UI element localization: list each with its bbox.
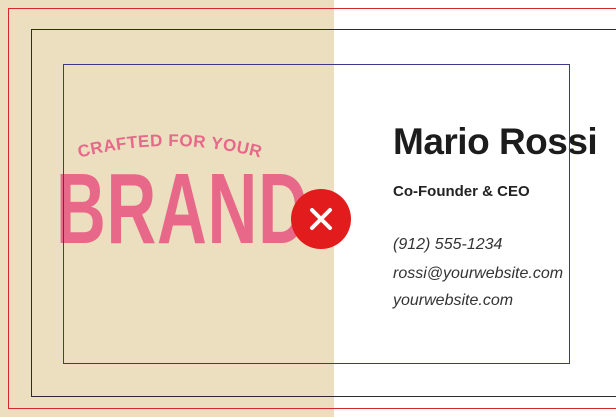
error-badge[interactable] (291, 189, 351, 249)
close-icon (310, 208, 332, 230)
business-card-canvas: - CRAFTED FOR YOUR - BRAND Mario Rossi C… (0, 0, 616, 417)
